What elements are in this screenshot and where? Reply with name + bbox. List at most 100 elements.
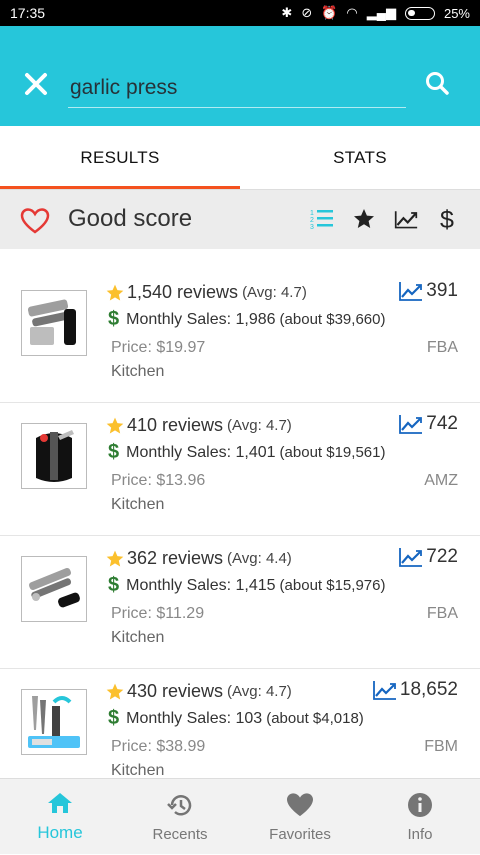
- product-thumbnail: [21, 423, 87, 489]
- bottom-navigation: Home Recents Favorites Info: [0, 778, 480, 854]
- tab-stats[interactable]: STATS: [240, 126, 480, 189]
- review-count: 362 reviews: [127, 548, 224, 568]
- product-list: 1,540 reviews (Avg: 4.7) $ Monthly Sales…: [0, 270, 480, 778]
- history-icon: [167, 794, 192, 816]
- trending-icon: [399, 282, 423, 301]
- nav-recents-label: Recents: [152, 825, 208, 843]
- rank-value: 391: [426, 280, 458, 301]
- fulfillment-type: AMZ: [424, 472, 458, 489]
- dollar-icon: $: [108, 574, 120, 596]
- sales-revenue: (about $19,561): [279, 444, 386, 461]
- monthly-sales: Monthly Sales: 103: [126, 709, 263, 727]
- sales-line: $ Monthly Sales: 103 (about $4,018): [108, 707, 364, 730]
- bluetooth-icon: ✱: [281, 5, 293, 20]
- sales-rank: 742: [399, 413, 458, 435]
- nav-info[interactable]: Info: [360, 779, 480, 855]
- reviews-line: 410 reviews (Avg: 4.7): [105, 415, 292, 436]
- trending-icon: [372, 681, 396, 700]
- product-row[interactable]: 410 reviews (Avg: 4.7) $ Monthly Sales: …: [0, 403, 480, 536]
- garlic-press-image: [29, 567, 80, 608]
- star-icon: [106, 550, 124, 566]
- svg-text:3: 3: [310, 224, 314, 231]
- signal-icon: ▂▄▆: [366, 5, 396, 20]
- nav-favorites[interactable]: Favorites: [240, 779, 360, 855]
- reviews-line: 430 reviews (Avg: 4.7): [105, 681, 292, 702]
- svg-text:$: $: [440, 206, 454, 233]
- sales-line: $ Monthly Sales: 1,401 (about $19,561): [108, 441, 385, 464]
- sort-rank-button[interactable]: 1 2 3: [310, 204, 334, 234]
- rank-value: 18,652: [399, 679, 458, 700]
- product-price: Price: $13.96: [111, 472, 206, 489]
- star-icon: [354, 209, 374, 228]
- review-count: 410 reviews: [127, 415, 224, 435]
- sales-revenue: (about $4,018): [266, 710, 364, 727]
- sales-revenue: (about $15,976): [279, 577, 386, 594]
- close-icon: [25, 73, 47, 95]
- average-rating: (Avg: 4.7): [227, 417, 292, 434]
- sales-line: $ Monthly Sales: 1,986 (about $39,660): [108, 308, 385, 331]
- sort-rating-button[interactable]: [352, 204, 376, 234]
- average-rating: (Avg: 4.7): [242, 284, 307, 301]
- product-category: Kitchen: [111, 496, 165, 513]
- nav-favorites-label: Favorites: [269, 825, 331, 843]
- rank-value: 742: [426, 413, 458, 434]
- sort-sales-button[interactable]: $: [436, 204, 460, 234]
- reviews-line: 362 reviews (Avg: 4.4): [105, 548, 292, 569]
- close-button[interactable]: [18, 66, 54, 102]
- dnd-icon: ⊘: [301, 5, 313, 20]
- tab-results[interactable]: RESULTS: [0, 126, 240, 189]
- star-icon: [106, 417, 124, 433]
- average-rating: (Avg: 4.7): [227, 683, 292, 700]
- sort-options: 1 2 3 $: [310, 204, 460, 234]
- average-rating: (Avg: 4.4): [227, 550, 292, 567]
- heart-outline-icon: [20, 208, 50, 234]
- rank-value: 722: [426, 546, 458, 567]
- search-field-wrapper: [68, 72, 406, 108]
- search-button[interactable]: [420, 66, 454, 100]
- product-row[interactable]: 362 reviews (Avg: 4.4) $ Monthly Sales: …: [0, 536, 480, 669]
- battery-icon: [404, 6, 435, 20]
- svg-text:2: 2: [310, 217, 314, 224]
- search-input[interactable]: [68, 72, 406, 104]
- status-time: 17:35: [10, 5, 46, 21]
- product-row[interactable]: 1,540 reviews (Avg: 4.7) $ Monthly Sales…: [0, 270, 480, 403]
- dollar-icon: $: [108, 707, 120, 729]
- fulfillment-type: FBA: [426, 339, 458, 356]
- tab-bar: RESULTS STATS: [0, 126, 480, 189]
- status-bar: 17:35 ✱ ⊘ ⏰ ◠ ▂▄▆ 25%: [0, 0, 480, 26]
- product-thumbnail: [21, 290, 87, 356]
- sales-line: $ Monthly Sales: 1,415 (about $15,976): [108, 574, 385, 597]
- trending-icon: [394, 211, 418, 229]
- home-icon: [48, 793, 72, 813]
- product-category: Kitchen: [111, 363, 165, 380]
- product-category: Kitchen: [111, 762, 165, 778]
- search-app-bar: [0, 26, 480, 126]
- alarm-icon: ⏰: [321, 5, 338, 20]
- sales-revenue: (about $39,660): [279, 311, 386, 328]
- search-icon: [426, 72, 449, 95]
- garlic-press-image: [27, 299, 76, 345]
- product-price: Price: $38.99: [111, 738, 206, 755]
- product-row[interactable]: 430 reviews (Avg: 4.7) $ Monthly Sales: …: [0, 669, 480, 778]
- trending-icon: [399, 548, 423, 567]
- filter-label: Good score: [68, 205, 193, 232]
- nav-recents[interactable]: Recents: [120, 779, 240, 855]
- trending-icon: [399, 415, 423, 434]
- reviews-line: 1,540 reviews (Avg: 4.7): [105, 282, 307, 303]
- review-count: 430 reviews: [127, 681, 224, 701]
- garlic-press-image: [36, 430, 74, 482]
- monthly-sales: Monthly Sales: 1,986: [126, 310, 276, 328]
- sort-trend-button[interactable]: [394, 204, 418, 234]
- dollar-icon: $: [108, 441, 120, 463]
- product-price: Price: $19.97: [111, 339, 206, 356]
- nav-home[interactable]: Home: [0, 779, 120, 855]
- favorite-toggle[interactable]: [20, 207, 50, 240]
- fulfillment-type: FBM: [424, 738, 458, 755]
- sales-rank: 18,652: [372, 679, 458, 701]
- fulfillment-type: FBA: [426, 605, 458, 622]
- product-thumbnail: [21, 689, 87, 755]
- svg-text:1: 1: [310, 210, 314, 217]
- heart-icon: [287, 792, 313, 816]
- product-category: Kitchen: [111, 629, 165, 646]
- review-count: 1,540 reviews: [127, 282, 239, 302]
